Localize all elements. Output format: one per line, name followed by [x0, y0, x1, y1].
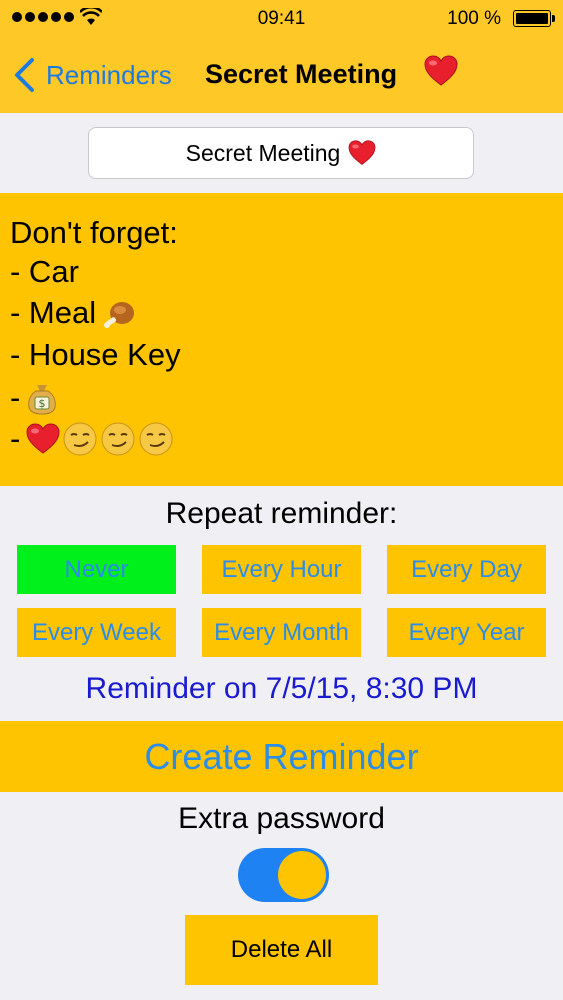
- note-line: - $: [10, 380, 58, 416]
- title-field[interactable]: Secret Meeting: [88, 127, 474, 179]
- smirk-face-icon: [101, 422, 135, 456]
- create-reminder-button[interactable]: Create Reminder: [0, 721, 563, 792]
- extra-password-label: Extra password: [178, 802, 385, 835]
- repeat-never-button[interactable]: Never: [17, 545, 176, 594]
- note-line: - House Key: [10, 337, 181, 372]
- repeat-every-hour-button[interactable]: Every Hour: [202, 545, 361, 594]
- money-bag-icon: $: [28, 385, 57, 415]
- extra-password-toggle[interactable]: [238, 848, 329, 902]
- chevron-left-icon: [15, 58, 34, 92]
- back-label: Reminders: [46, 59, 172, 90]
- nav-bar: Reminders Secret Meeting: [0, 45, 563, 105]
- note-line: Don't forget:: [10, 215, 178, 250]
- status-bar: 09:41 100 %: [0, 0, 563, 40]
- back-button[interactable]: Reminders: [12, 57, 172, 93]
- battery-icon: [513, 10, 551, 27]
- page-title: Secret Meeting: [205, 59, 398, 89]
- svg-text:$: $: [39, 397, 46, 410]
- smirk-face-icon: [139, 422, 173, 456]
- header: 09:41 100 % Reminders Secret Meeting: [0, 0, 563, 113]
- reminder-date[interactable]: Reminder on 7/5/15, 8:30 PM: [0, 672, 563, 706]
- heart-icon: [424, 55, 458, 86]
- repeat-every-day-button[interactable]: Every Day: [387, 545, 546, 594]
- battery-percent: 100 %: [447, 8, 501, 29]
- heart-icon: [26, 423, 60, 454]
- repeat-every-week-button[interactable]: Every Week: [17, 608, 176, 657]
- meat-icon: [104, 302, 135, 328]
- note-line: - Car: [10, 254, 79, 289]
- heart-icon: [348, 140, 376, 165]
- repeat-label: Repeat reminder:: [165, 497, 398, 530]
- note-line: -: [10, 421, 174, 457]
- title-field-value: Secret Meeting: [185, 139, 341, 166]
- notes-text-area[interactable]: Don't forget: - Car - Meal - House Key -…: [0, 193, 563, 486]
- smirk-face-icon: [63, 422, 97, 456]
- repeat-every-year-button[interactable]: Every Year: [387, 608, 546, 657]
- repeat-every-month-button[interactable]: Every Month: [202, 608, 361, 657]
- toggle-knob: [278, 851, 326, 899]
- note-line: - Meal: [10, 295, 138, 331]
- delete-all-button[interactable]: Delete All: [185, 915, 378, 985]
- battery-tip: [552, 15, 555, 22]
